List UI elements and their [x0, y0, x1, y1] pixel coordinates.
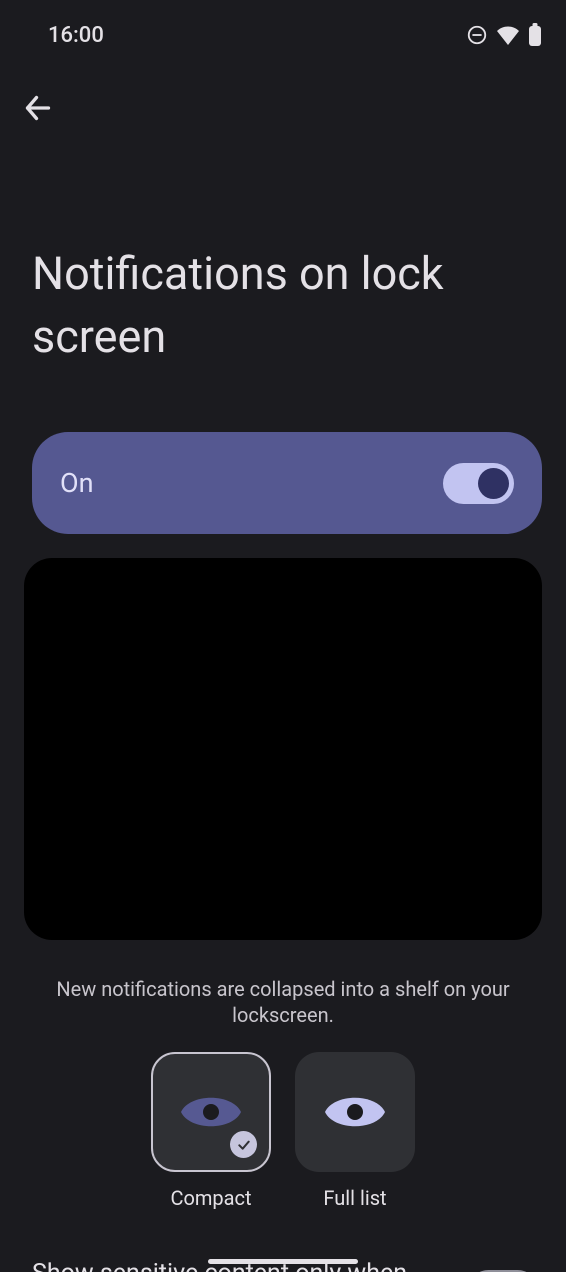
option-compact-label: Compact [170, 1186, 251, 1210]
master-toggle-label: On [60, 467, 94, 499]
option-full-tile [295, 1052, 415, 1172]
dnd-icon [466, 24, 488, 46]
eye-open-icon [324, 1091, 386, 1133]
option-compact[interactable]: Compact [151, 1052, 271, 1210]
back-icon[interactable] [20, 90, 56, 126]
option-full-label: Full list [323, 1186, 386, 1210]
option-full-list[interactable]: Full list [295, 1052, 415, 1210]
app-bar [0, 66, 566, 142]
eye-closed-icon [180, 1091, 242, 1133]
status-time: 16:00 [48, 23, 104, 48]
wifi-icon [496, 25, 520, 45]
check-icon [230, 1131, 257, 1158]
preview-panel [24, 558, 542, 940]
master-switch[interactable] [443, 463, 514, 504]
status-bar: 16:00 [0, 0, 566, 66]
page-title: Notifications on lock screen [0, 142, 566, 388]
status-icons [466, 23, 542, 47]
master-toggle-row[interactable]: On [32, 432, 542, 534]
gesture-bar[interactable] [208, 1259, 358, 1264]
option-compact-tile [151, 1052, 271, 1172]
preview-description: New notifications are collapsed into a s… [0, 940, 566, 1028]
switch-thumb [478, 468, 509, 499]
battery-icon [528, 23, 542, 47]
display-options: Compact Full list [0, 1052, 566, 1210]
